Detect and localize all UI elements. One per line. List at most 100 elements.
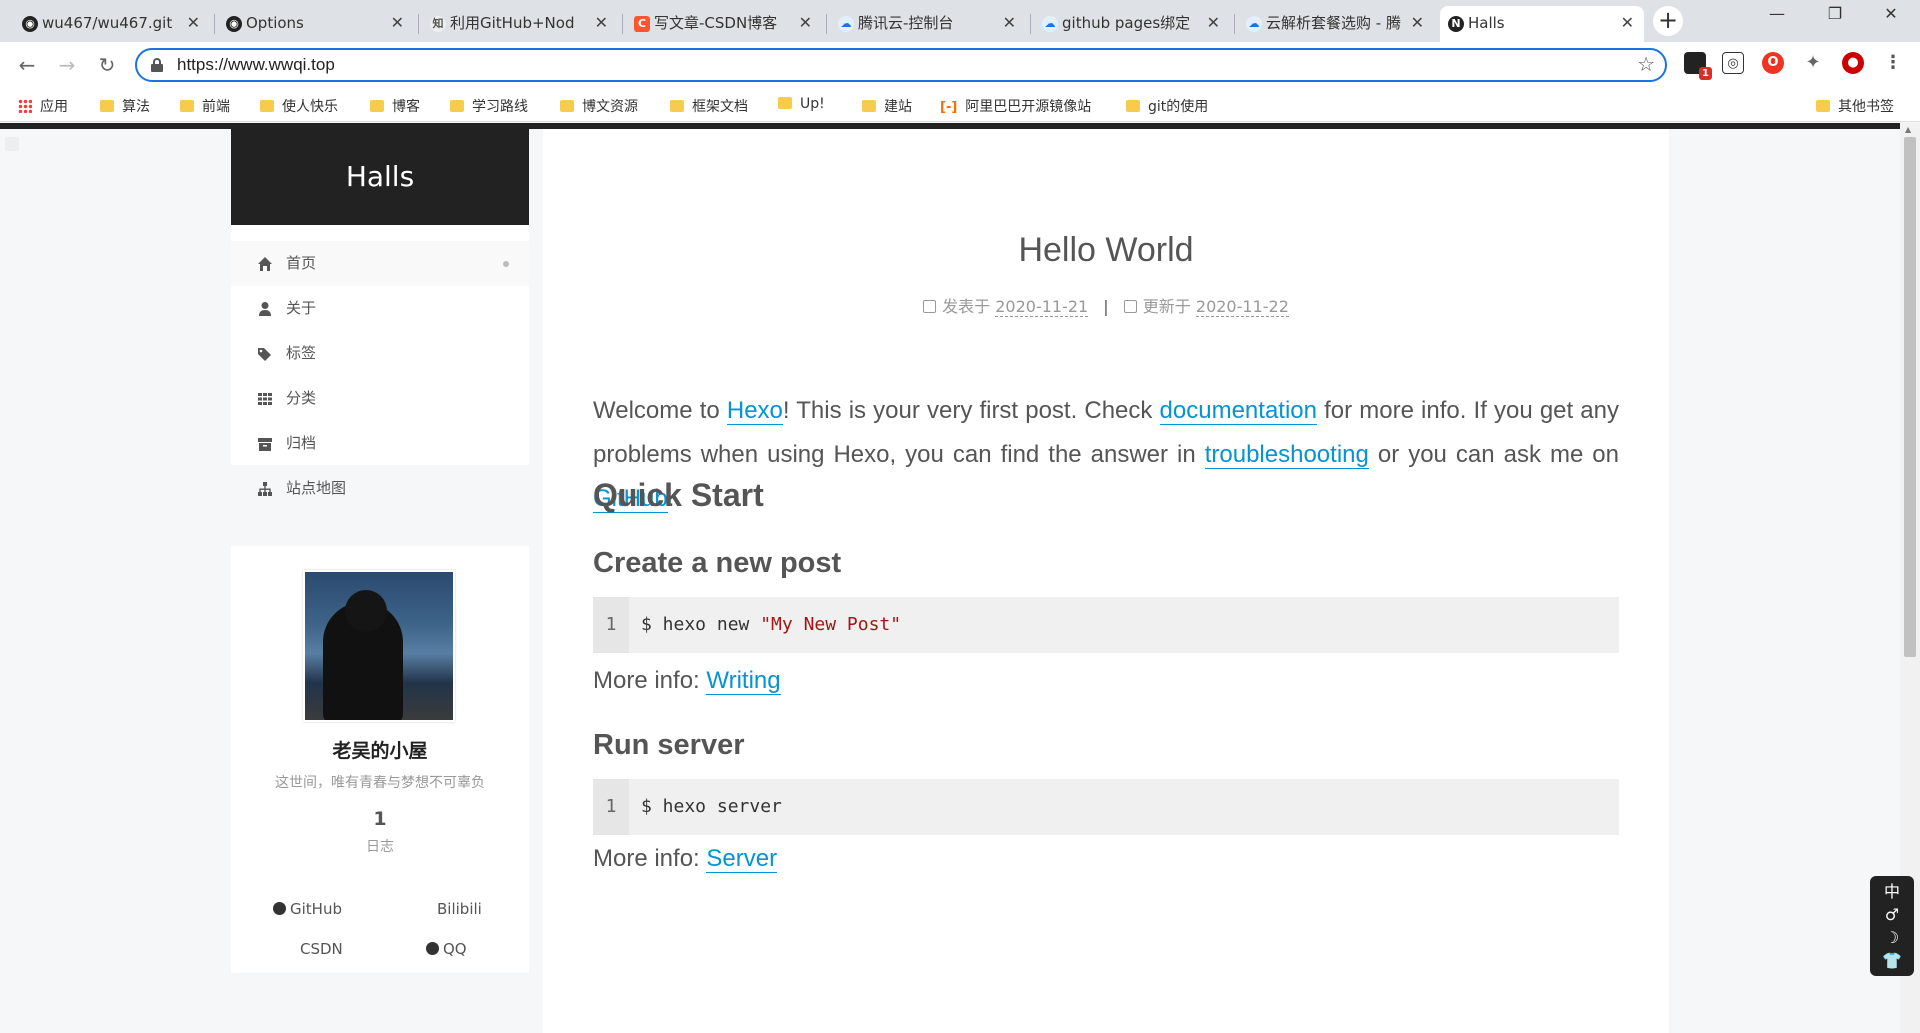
tencent-cloud-icon: ☁ [1042, 16, 1058, 32]
bookmark-alibaba[interactable]: [-] 阿里巴巴开源镜像站 [940, 96, 1091, 116]
menu-item-sitemap[interactable]: 站点地图 [231, 466, 529, 511]
bookmark-star-icon[interactable]: ☆ [1637, 52, 1655, 76]
tags-icon [258, 348, 271, 361]
gender-icon[interactable]: ♂ [1870, 903, 1914, 926]
extension-icon[interactable]: 1 [1684, 52, 1712, 80]
bookmark-folder[interactable]: Up! [778, 96, 825, 112]
reload-icon[interactable]: ↻ [92, 50, 122, 80]
bookmark-folder[interactable]: 学习路线 [450, 96, 528, 116]
code-line: $ hexo server [641, 796, 782, 817]
incognito-icon[interactable]: ◎ [1722, 52, 1744, 74]
address-bar[interactable]: https://www.wwqi.top ☆ [135, 48, 1667, 82]
social-link-github[interactable]: GitHub [273, 900, 342, 918]
browser-tab[interactable]: ☁ 腾讯云-控制台 ✕ [830, 6, 1026, 42]
home-icon [258, 257, 272, 271]
calendar-icon [923, 300, 937, 313]
link-server[interactable]: Server [706, 845, 778, 873]
bookmark-folder[interactable]: 框架文档 [670, 96, 748, 116]
code-block: 1 $ hexo new "My New Post" [593, 597, 1619, 653]
browser-tab[interactable]: ◉ Options ✕ [218, 6, 414, 42]
site-brand[interactable]: Halls [231, 129, 529, 225]
folder-icon [862, 100, 876, 112]
author-name: 老吴的小屋 [332, 740, 428, 762]
line-number: 1 [593, 597, 629, 653]
link-documentation[interactable]: documentation [1159, 397, 1317, 425]
folder-icon [670, 100, 684, 112]
link-writing[interactable]: Writing [706, 667, 781, 695]
menu-item-categories[interactable]: 分类 [231, 376, 529, 421]
bookmark-apps[interactable]: 应用 [18, 96, 68, 116]
heading-quick-start: Quick Start [593, 477, 764, 513]
folder-icon [778, 97, 792, 109]
close-tab-icon[interactable]: ✕ [1207, 6, 1220, 40]
heading-run-server: Run server [593, 729, 745, 761]
browser-tab[interactable]: ☁ 云解析套餐选购 - 腾 ✕ [1238, 6, 1434, 42]
menu-dots-icon[interactable]: ⋮ [1882, 52, 1904, 74]
alibaba-icon: [-] [940, 100, 958, 115]
bookmark-folder[interactable]: git的使用 [1126, 96, 1208, 116]
bookmark-folder[interactable]: 建站 [862, 96, 912, 116]
author-panel: 老吴的小屋 这世间，唯有青春与梦想不可辜负 1 日志 GitHub Bilibi… [231, 546, 529, 973]
browser-tab[interactable]: ☁ github pages绑定 ✕ [1034, 6, 1230, 42]
grid-icon [258, 393, 272, 405]
web-page: Halls 首页 关于 标签 分类 归档 站点地图 老吴的小屋 这世间，唯有青春… [0, 123, 1900, 1033]
folder-icon [450, 100, 464, 112]
heading-create-post: Create a new post [593, 547, 842, 579]
forward-icon[interactable]: → [52, 50, 82, 80]
menu-item-home[interactable]: 首页 [231, 241, 529, 286]
posts-label[interactable]: 日志 [231, 836, 529, 856]
bookmark-folder[interactable]: 使人快乐 [260, 96, 338, 116]
close-tab-icon[interactable]: ✕ [187, 6, 200, 40]
csdn-icon: C [634, 16, 650, 32]
scrollbar-thumb[interactable] [1904, 137, 1916, 657]
other-bookmarks[interactable]: 其他书签 [1816, 96, 1894, 116]
close-tab-icon[interactable]: ✕ [799, 6, 812, 40]
line-number: 1 [593, 779, 629, 835]
posts-count[interactable]: 1 [231, 808, 529, 830]
menu-item-tags[interactable]: 标签 [231, 331, 529, 376]
restore-icon[interactable]: ❐ [1810, 4, 1860, 23]
opera-icon[interactable]: O [1762, 52, 1784, 74]
more-info: More info: Server [593, 845, 778, 873]
close-tab-icon[interactable]: ✕ [391, 6, 404, 40]
folder-icon [1126, 100, 1140, 112]
url-text[interactable]: https://www.wwqi.top [177, 55, 335, 75]
browser-tab-active[interactable]: N Halls ✕ [1440, 6, 1644, 42]
code-line: $ hexo new "My New Post" [641, 614, 902, 635]
bookmark-folder[interactable]: 博客 [370, 96, 420, 116]
scroll-up-icon[interactable]: ▲ [1905, 125, 1911, 134]
browser-tab[interactable]: ◉ wu467/wu467.git ✕ [14, 6, 210, 42]
minimize-icon[interactable]: — [1752, 4, 1802, 23]
browser-tab[interactable]: 知 利用GitHub+Nod ✕ [422, 6, 618, 42]
browser-tab[interactable]: C 写文章-CSDN博客 ✕ [626, 6, 822, 42]
link-troubleshooting[interactable]: troubleshooting [1204, 441, 1369, 469]
close-tab-icon[interactable]: ✕ [1003, 6, 1016, 40]
bookmark-folder[interactable]: 算法 [100, 96, 150, 116]
browser-toolbar: ← → ↻ https://www.wwqi.top ☆ [0, 42, 1920, 88]
close-tab-icon[interactable]: ✕ [1411, 6, 1424, 40]
new-tab-button[interactable]: + [1653, 6, 1683, 36]
moon-icon[interactable]: ☽ [1870, 926, 1914, 949]
close-tab-icon[interactable]: ✕ [1621, 6, 1634, 40]
bookmark-folder[interactable]: 博文资源 [560, 96, 638, 116]
back-icon[interactable]: ← [12, 50, 42, 80]
post-title[interactable]: Hello World [543, 231, 1669, 270]
shirt-icon[interactable]: 👕 [1870, 949, 1914, 972]
social-link-bilibili[interactable]: Bilibili [437, 900, 482, 918]
bookmark-folder[interactable]: 前端 [180, 96, 230, 116]
close-window-icon[interactable]: ✕ [1866, 4, 1916, 23]
code-block: 1 $ hexo server [593, 779, 1619, 835]
profile-avatar[interactable]: ● [1842, 52, 1864, 74]
link-hexo[interactable]: Hexo [726, 397, 783, 425]
published-date: 2020-11-21 [995, 297, 1089, 317]
social-link-csdn[interactable]: CSDN [300, 940, 343, 958]
calendar-check-icon [1123, 300, 1137, 313]
extensions-puzzle-icon[interactable]: ✦ [1802, 52, 1824, 74]
social-link-qq[interactable]: QQ [426, 940, 467, 958]
menu-item-archives[interactable]: 归档 [231, 421, 529, 466]
language-toggle[interactable]: 中 [1870, 880, 1914, 903]
menu-item-about[interactable]: 关于 [231, 286, 529, 331]
close-tab-icon[interactable]: ✕ [595, 6, 608, 40]
floating-toolbar: 中 ♂ ☽ 👕 [1870, 876, 1914, 976]
tencent-cloud-icon: ☁ [838, 16, 854, 32]
